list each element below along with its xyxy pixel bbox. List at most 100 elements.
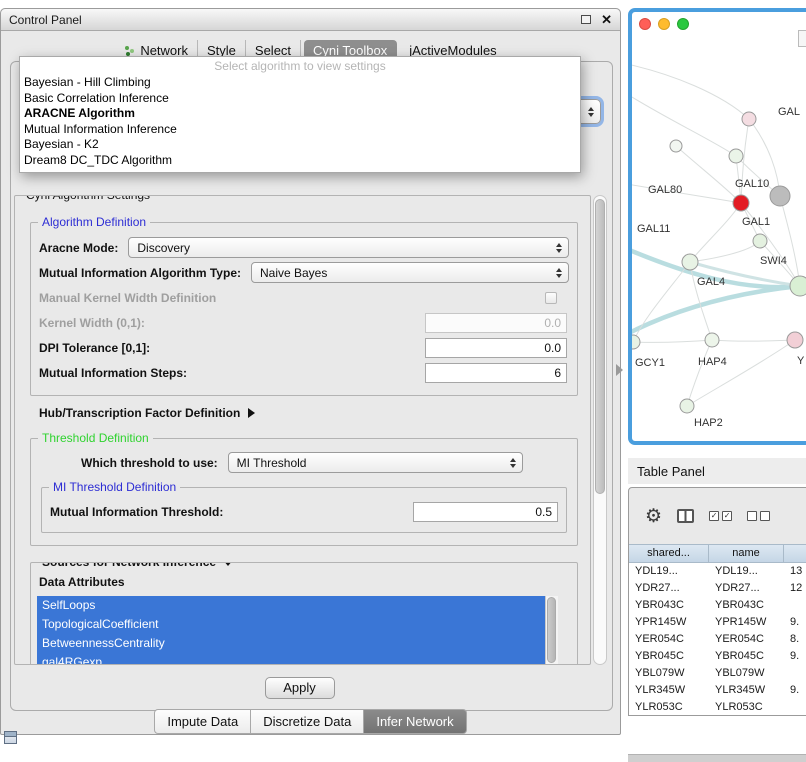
aracne-mode-select[interactable]: Discovery: [128, 237, 569, 258]
network-node[interactable]: [790, 276, 806, 296]
table-row[interactable]: YER054CYER054C8.: [629, 631, 806, 648]
docked-panel-icon[interactable]: [4, 731, 17, 744]
network-node[interactable]: [670, 140, 682, 152]
table-cell: YBR045C: [629, 648, 709, 665]
chevron-right-icon: [248, 408, 255, 418]
network-node[interactable]: [733, 195, 749, 211]
attribute-item[interactable]: SelfLoops: [37, 596, 545, 615]
network-node[interactable]: [787, 332, 803, 348]
network-node[interactable]: [729, 149, 743, 163]
which-threshold-row: Which threshold to use: MI Threshold: [81, 452, 569, 473]
attribute-item[interactable]: gal4RGexp: [37, 653, 545, 665]
network-node[interactable]: [682, 254, 698, 270]
algorithm-option[interactable]: Dream8 DC_TDC Algorithm: [20, 153, 580, 169]
table-row[interactable]: YBL079WYBL079W: [629, 665, 806, 682]
algorithm-option[interactable]: Mutual Information Inference: [20, 122, 580, 138]
which-threshold-select[interactable]: MI Threshold: [228, 452, 523, 473]
close-icon[interactable]: ✕: [601, 13, 612, 26]
algorithm-placeholder-option[interactable]: Select algorithm to view settings: [20, 58, 580, 75]
table-row[interactable]: YDL19...YDL19...13: [629, 563, 806, 580]
bottom-tab-infer-network[interactable]: Infer Network: [364, 709, 466, 734]
combo-arrows-icon: [554, 268, 564, 278]
mi-steps-row: Mutual Information Steps:: [39, 362, 569, 383]
bottom-tab-impute-data[interactable]: Impute Data: [154, 709, 251, 734]
mi-type-label: Mutual Information Algorithm Type:: [39, 266, 241, 280]
table-cell: [784, 699, 806, 715]
columns-icon[interactable]: [677, 509, 694, 523]
network-node[interactable]: [770, 186, 790, 206]
algorithm-definition-group: Algorithm Definition Aracne Mode: Discov…: [30, 222, 578, 396]
select-all-checkboxes-icon[interactable]: [709, 511, 732, 521]
mi-threshold-input[interactable]: [413, 502, 558, 522]
algorithm-popup-list: Bayesian - Hill ClimbingBasic Correlatio…: [20, 75, 580, 168]
table-cell: YBR045C: [709, 648, 784, 665]
control-panel-titlebar: Control Panel ✕: [1, 9, 620, 31]
table-row[interactable]: YLR345WYLR345W9.: [629, 682, 806, 699]
network-node[interactable]: [705, 333, 719, 347]
table-row[interactable]: YPR145WYPR145W9.: [629, 614, 806, 631]
cyni-settings-group: Cyni Algorithm Settings Algorithm Defini…: [14, 195, 591, 665]
table-cell: YBL079W: [629, 665, 709, 682]
clear-all-checkboxes-icon[interactable]: [747, 511, 770, 521]
table-row[interactable]: YLR053CYLR053C: [629, 699, 806, 715]
mi-type-select[interactable]: Naive Bayes: [251, 262, 569, 283]
attribute-item[interactable]: BetweennessCentrality: [37, 634, 545, 653]
network-canvas[interactable]: GALGAL80GAL10GAL11GAL1SWI4GAL4GCY1HAP4YH…: [632, 34, 806, 445]
float-window-icon[interactable]: [581, 15, 591, 24]
column-header[interactable]: shared...: [629, 545, 709, 562]
algorithm-option[interactable]: Basic Correlation Inference: [20, 91, 580, 107]
settings-scrollbar[interactable]: [593, 195, 607, 665]
aracne-mode-value: Discovery: [137, 241, 190, 255]
network-node[interactable]: [742, 112, 756, 126]
hub-definition-expander[interactable]: Hub/Transcription Factor Definition: [39, 406, 590, 420]
mi-type-value: Naive Bayes: [260, 266, 327, 280]
node-label: SWI4: [760, 255, 787, 267]
bottom-tab-bar: Impute DataDiscretize DataInfer Network: [1, 709, 620, 734]
apply-button[interactable]: Apply: [265, 677, 335, 699]
table-body: YDL19...YDL19...13YDR27...YDR27...12YBR0…: [629, 563, 806, 715]
node-label: Y: [797, 355, 805, 367]
table-cell: 8.: [784, 631, 806, 648]
table-cell: YLR053C: [709, 699, 784, 715]
list-scrollbar-thumb[interactable]: [547, 597, 556, 663]
window-controls: [639, 18, 689, 30]
which-threshold-label: Which threshold to use:: [81, 456, 218, 470]
table-row[interactable]: YBR043CYBR043C: [629, 597, 806, 614]
network-node[interactable]: [680, 399, 694, 413]
sources-collapse-header[interactable]: Sources for Network Inference: [38, 562, 237, 569]
combo-arrows-icon: [508, 458, 518, 468]
sources-group: Sources for Network Inference Data Attri…: [30, 562, 578, 665]
attribute-item[interactable]: TopologicalCoefficient: [37, 615, 545, 634]
gear-icon[interactable]: ⚙: [645, 507, 662, 526]
mi-steps-input[interactable]: [425, 363, 567, 383]
dpi-tolerance-input[interactable]: [425, 338, 567, 358]
table-cell: [784, 597, 806, 614]
node-label: GAL1: [742, 216, 770, 228]
algorithm-option[interactable]: ARACNE Algorithm: [20, 106, 580, 122]
threshold-definition-title: Threshold Definition: [38, 431, 153, 445]
column-header[interactable]: [784, 545, 806, 562]
algorithm-popup: Select algorithm to view settings Bayesi…: [19, 56, 581, 173]
node-label: GAL4: [697, 276, 725, 288]
zoom-traffic-light-icon[interactable]: [677, 18, 689, 30]
window-title: Control Panel: [9, 13, 82, 27]
minimize-traffic-light-icon[interactable]: [658, 18, 670, 30]
table-header-row: shared...name: [629, 544, 806, 563]
mi-threshold-group: MI Threshold Definition Mutual Informati…: [41, 487, 567, 533]
settings-scrollbar-thumb[interactable]: [595, 199, 605, 494]
algorithm-option[interactable]: Bayesian - Hill Climbing: [20, 75, 580, 91]
bottom-tab-discretize-data[interactable]: Discretize Data: [251, 709, 364, 734]
table-row[interactable]: YDR27...YDR27...12: [629, 580, 806, 597]
column-header[interactable]: name: [709, 545, 784, 562]
kernel-width-label: Kernel Width (0,1):: [39, 316, 145, 330]
kernel-width-input: [425, 313, 567, 333]
table-row[interactable]: YBR045CYBR045C9.: [629, 648, 806, 665]
table-cell: YLR345W: [629, 682, 709, 699]
list-scrollbar[interactable]: [545, 596, 558, 665]
network-node[interactable]: [753, 234, 767, 248]
panel-splitter-handle[interactable]: [616, 364, 623, 376]
network-node[interactable]: [632, 335, 640, 349]
close-traffic-light-icon[interactable]: [639, 18, 651, 30]
algorithm-option[interactable]: Bayesian - K2: [20, 137, 580, 153]
table-cell: YDR27...: [709, 580, 784, 597]
